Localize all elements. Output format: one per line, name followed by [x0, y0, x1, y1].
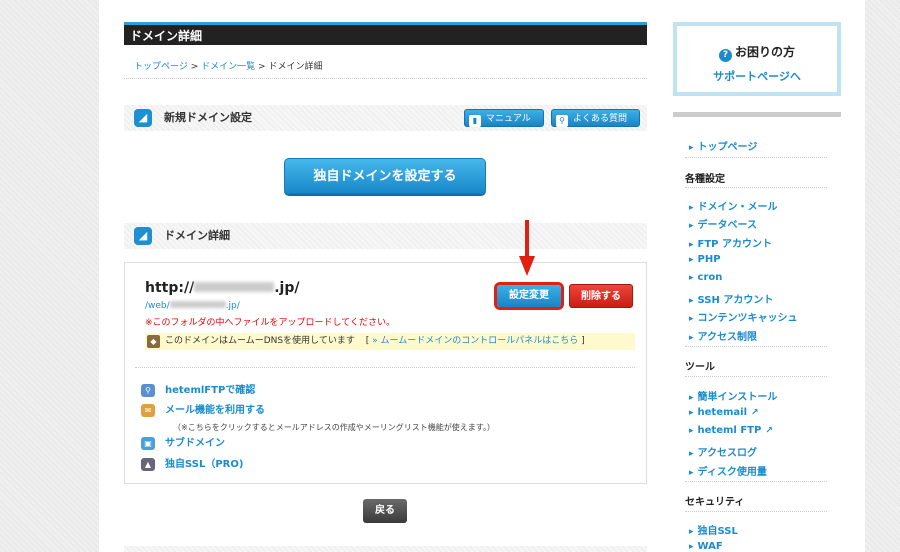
sidebar-heading-tools: ツール [685, 362, 715, 373]
breadcrumb-current: ドメイン詳細 [268, 62, 323, 72]
sidebar-item-php[interactable]: PHP [689, 254, 721, 265]
sidebar-heading-security: セキュリティ [685, 497, 745, 508]
breadcrumb: トップページ > ドメイン一覧 > ドメイン詳細 [134, 59, 322, 72]
sidebar-item-heteml-ftp[interactable]: heteml FTP↗ [689, 425, 773, 436]
bracket-close: ] [581, 336, 585, 346]
page-title: ドメイン詳細 [124, 22, 647, 45]
domain-url: http:// .jp/ [145, 280, 299, 296]
support-page-link[interactable]: サポートページへ [677, 68, 837, 84]
page-container: ドメイン詳細 トップページ > ドメイン一覧 > ドメイン詳細 ◢ 新規ドメイン… [99, 0, 865, 552]
link-label: 独自SSL（PRO) [165, 459, 244, 470]
book-icon: ▮ [469, 115, 481, 127]
chat-bubble-icon: ◢ [134, 227, 152, 245]
section-title: 新規ドメイン設定 [164, 111, 252, 124]
link-label: メール機能を利用する [165, 405, 265, 416]
settings-change-button[interactable]: 設定変更 [497, 285, 561, 307]
external-link-icon: ↗ [765, 426, 773, 436]
web-path-suffix: .jp/ [225, 301, 240, 311]
faq-label: よくある質問 [573, 114, 628, 124]
sidebar-item-domain-mail[interactable]: ドメイン・メール [689, 198, 778, 213]
manual-label: マニュアル [486, 114, 531, 124]
upload-warning: ※このフォルダの中へファイルをアップロードしてください。 [145, 318, 396, 328]
lock-icon: ▲ [141, 458, 155, 471]
domain-prefix: http:// [145, 280, 195, 296]
muumuu-control-panel-link[interactable]: » ムームードメインのコントロールパネルはこちら [372, 336, 578, 346]
divider [685, 481, 827, 482]
sidebar-nav: トップページ 各種設定 ドメイン・メール データベース FTP アカウント PH… [673, 112, 841, 552]
set-custom-domain-button[interactable]: 独自ドメインを設定する [284, 158, 486, 194]
web-path-prefix: /web/ [145, 301, 170, 311]
domain-detail-section-header: ◢ ドメイン詳細 [124, 223, 647, 249]
external-link-icon: ↗ [751, 408, 759, 418]
domain-suffix: .jp/ [274, 280, 300, 296]
sidebar-item-custom-ssl[interactable]: 独自SSL [689, 522, 738, 537]
chat-bubble-icon: ◢ [134, 109, 152, 127]
back-button[interactable]: 戻る [363, 499, 407, 523]
divider [685, 157, 827, 158]
breadcrumb-separator: > [258, 62, 266, 72]
delete-button[interactable]: 削除する [569, 284, 633, 308]
question-icon: ? [718, 49, 732, 62]
sidebar-item-database[interactable]: データベース [689, 216, 758, 231]
sidebar-item-access-restriction[interactable]: アクセス制限 [689, 328, 758, 343]
mail-note: （※こちらをクリックするとメールアドレスの作成やメーリングリスト機能が使えます。… [173, 423, 495, 432]
divider [685, 376, 827, 377]
sidebar-item-hetemail[interactable]: hetemail↗ [689, 407, 759, 418]
magnifier-icon: ⚲ [141, 384, 155, 397]
breadcrumb-domain-list-link[interactable]: ドメイン一覧 [201, 62, 255, 72]
help-box: ? お困りの方 サポートページへ [673, 22, 841, 96]
sidebar-item-ssh-account[interactable]: SSH アカウント [689, 291, 774, 306]
link-label: hetemlFTPで確認 [165, 385, 256, 396]
dns-notice: ◆ このドメインはムームーDNSを使用しています [ » ムームードメインのコン… [145, 333, 635, 350]
divider [685, 346, 827, 347]
web-path: /web/ .jp/ [145, 301, 240, 311]
help-title-text: お困りの方 [734, 45, 795, 59]
sidebar-item-cron[interactable]: cron [689, 272, 723, 283]
footer-strip [124, 546, 647, 552]
redacted-domain [194, 282, 275, 292]
sidebar-item-disk-usage[interactable]: ディスク使用量 [689, 463, 767, 478]
dns-icon: ◆ [147, 335, 160, 348]
new-domain-section-header: ◢ 新規ドメイン設定 ▮ マニュアル ⚲ よくある質問 [124, 105, 647, 131]
sidebar-item-ftp-account[interactable]: FTP アカウント [689, 235, 772, 250]
divider [124, 78, 647, 79]
divider [685, 511, 827, 512]
search-icon: ⚲ [556, 115, 568, 127]
bracket-open: [ [365, 336, 370, 346]
sidebar-item-label: heteml FTP [697, 425, 762, 436]
sidebar-item-access-log[interactable]: アクセスログ [689, 444, 758, 459]
domain-detail-box: http:// .jp/ /web/ .jp/ ※このフォルダの中へファイルをアップ… [124, 262, 647, 484]
sidebar-item-easy-install[interactable]: 簡単インストール [689, 388, 778, 403]
divider [685, 187, 827, 188]
sidebar-heading-settings: 各種設定 [685, 174, 725, 185]
sidebar-item-label: hetemail [697, 407, 748, 418]
section-title: ドメイン詳細 [164, 229, 230, 242]
divider [135, 367, 635, 368]
sidebar-item-waf[interactable]: WAF [689, 541, 723, 552]
dns-notice-text: このドメインはムームーDNSを使用しています [165, 336, 355, 346]
breadcrumb-separator: > [190, 62, 199, 72]
mail-icon: ✉ [141, 404, 155, 417]
sidebar-item-top[interactable]: トップページ [689, 138, 758, 153]
link-label: サブドメイン [165, 438, 225, 449]
red-arrow-indicator [519, 220, 535, 276]
manual-button[interactable]: ▮ マニュアル [464, 109, 544, 127]
breadcrumb-home-link[interactable]: トップページ [134, 62, 188, 72]
help-title: ? お困りの方 [677, 43, 837, 62]
redacted-path [169, 301, 226, 308]
faq-button[interactable]: ⚲ よくある質問 [551, 109, 640, 127]
subdomain-icon: ▣ [141, 437, 155, 450]
sidebar-item-content-cache[interactable]: コンテンツキャッシュ [689, 309, 798, 324]
